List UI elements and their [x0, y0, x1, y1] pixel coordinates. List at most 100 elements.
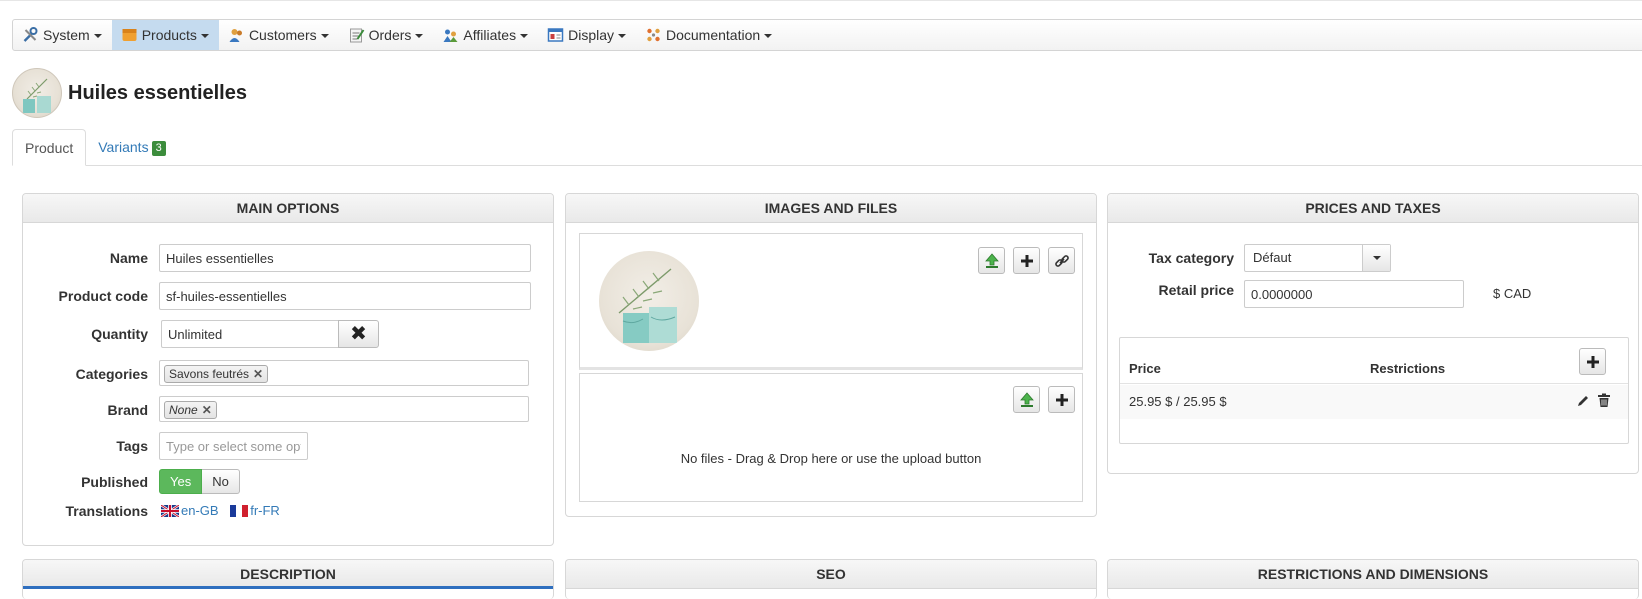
field-label: Product code: [58, 288, 148, 304]
plus-icon: [1055, 393, 1068, 406]
upload-image-button[interactable]: [978, 247, 1005, 274]
product-code-row: Product code: [23, 282, 553, 312]
nav-customers[interactable]: Customers: [219, 20, 339, 50]
tax-category-select[interactable]: Défaut: [1244, 244, 1391, 272]
restrictions-dimensions-panel: RESTRICTIONS AND DIMENSIONS: [1107, 559, 1639, 599]
pencil-icon[interactable]: [1576, 394, 1590, 408]
nav-orders[interactable]: Orders: [339, 20, 434, 50]
close-icon: ✖: [350, 323, 367, 345]
docs-icon: [647, 28, 660, 42]
published-no-button[interactable]: No: [202, 469, 240, 494]
caret-down-icon: [93, 34, 102, 38]
nav-label: System: [43, 27, 90, 43]
nav-affiliates[interactable]: Affiliates: [433, 20, 538, 50]
price-cell: 25.95 $ / 25.95 $: [1129, 394, 1227, 409]
chip-label: None: [169, 403, 198, 417]
retail-price-label: Retail price: [1158, 282, 1234, 298]
page-title: Huiles essentielles: [68, 81, 247, 104]
panel-title: IMAGES AND FILES: [566, 194, 1096, 223]
tax-category-value: Défaut: [1253, 250, 1292, 265]
upload-file-button[interactable]: [1013, 386, 1040, 413]
add-file-button[interactable]: [1048, 386, 1075, 413]
product-image: [618, 268, 677, 343]
display-icon: [547, 28, 564, 42]
caret-down-icon: [520, 34, 529, 38]
nav-label: Documentation: [666, 27, 761, 43]
nav-label: Orders: [368, 27, 412, 43]
trash-icon[interactable]: [1597, 393, 1611, 408]
panel-title[interactable]: RESTRICTIONS AND DIMENSIONS: [1108, 560, 1638, 589]
caret-down-icon: [320, 34, 329, 38]
nav-documentation[interactable]: Documentation: [636, 20, 782, 50]
images-dropzone[interactable]: [579, 233, 1083, 370]
add-price-rule-button[interactable]: [1579, 348, 1606, 375]
main-options-panel: MAIN OPTIONS Name Product code Quantity …: [22, 193, 554, 546]
quantity-field[interactable]: [161, 320, 339, 348]
name-field[interactable]: [159, 244, 531, 272]
column-header-price: Price: [1129, 361, 1161, 376]
panel-title: MAIN OPTIONS: [23, 194, 553, 223]
nav-display[interactable]: Display: [538, 20, 636, 50]
caret-down-icon: [415, 34, 424, 38]
nav-label: Customers: [248, 27, 317, 43]
caret-down-icon: [764, 34, 773, 38]
published-toggle: Yes No: [159, 469, 240, 494]
field-label: Tags: [116, 438, 148, 454]
tab-label: Product: [25, 140, 74, 156]
product-image-thumbnail[interactable]: [599, 251, 699, 351]
chevron-down-icon: [1362, 245, 1390, 271]
prices-taxes-panel: PRICES AND TAXES Tax category Défaut Ret…: [1107, 193, 1639, 474]
top-border: [0, 0, 1642, 1]
nav-system[interactable]: System: [13, 20, 112, 50]
main-navbar: System Products Customers Orders Affilia…: [12, 19, 1642, 51]
nav-label: Affiliates: [463, 27, 517, 43]
box-icon: [122, 29, 137, 41]
remove-chip-icon[interactable]: ✕: [202, 403, 212, 417]
lang-label: en-GB: [181, 503, 219, 518]
clear-quantity-button[interactable]: ✖: [338, 320, 379, 348]
name-row: Name: [23, 244, 553, 274]
translation-link-fr[interactable]: fr-FR: [230, 503, 280, 518]
translation-link-en[interactable]: en-GB: [161, 503, 219, 518]
files-dropzone[interactable]: No files - Drag & Drop here or use the u…: [579, 373, 1083, 502]
nav-label: Display: [568, 27, 614, 43]
field-label: Published: [81, 474, 148, 490]
upload-icon: [984, 252, 999, 268]
table-header: Price Restrictions: [1120, 338, 1628, 384]
plus-icon: [1020, 254, 1033, 267]
nav-products[interactable]: Products: [111, 20, 219, 50]
remove-chip-icon[interactable]: ✕: [253, 367, 263, 381]
no-files-message: No files - Drag & Drop here or use the u…: [680, 451, 982, 466]
field-label: Name: [109, 250, 148, 266]
panel-title[interactable]: DESCRIPTION: [23, 560, 553, 589]
published-yes-button[interactable]: Yes: [159, 469, 203, 494]
brand-row: Brand None ✕: [23, 396, 553, 426]
translations-row: Translations en-GB fr-FR: [23, 497, 553, 527]
add-image-button[interactable]: [1013, 247, 1040, 274]
table-row: 25.95 $ / 25.95 $: [1120, 385, 1628, 419]
column-header-restrictions: Restrictions: [1370, 361, 1446, 376]
description-panel: DESCRIPTION: [22, 559, 554, 599]
upload-icon: [1019, 391, 1034, 407]
tab-product[interactable]: Product: [12, 129, 87, 166]
tab-variants[interactable]: Variants 3: [86, 129, 177, 165]
field-label: Brand: [107, 402, 148, 418]
images-files-panel: IMAGES AND FILES No files - Drag & Drop …: [565, 193, 1097, 517]
tab-label: Variants: [98, 139, 149, 155]
users-icon: [229, 29, 242, 42]
product-code-field[interactable]: [159, 282, 531, 310]
tags-row: Tags: [23, 432, 553, 462]
categories-select[interactable]: Savons feutrés ✕: [159, 360, 529, 386]
category-chip: Savons feutrés ✕: [164, 365, 269, 383]
page-header: Huiles essentielles: [12, 68, 247, 118]
caret-down-icon: [618, 34, 626, 38]
product-thumbnail[interactable]: [12, 68, 62, 118]
caret-down-icon: [200, 34, 209, 38]
retail-price-field[interactable]: [1244, 280, 1464, 308]
brand-select[interactable]: None ✕: [159, 396, 529, 422]
translations-list: en-GB fr-FR: [161, 503, 288, 520]
tools-icon: [23, 27, 38, 42]
panel-title[interactable]: SEO: [566, 560, 1096, 589]
tags-input[interactable]: [159, 432, 308, 460]
link-image-button[interactable]: [1048, 247, 1075, 274]
